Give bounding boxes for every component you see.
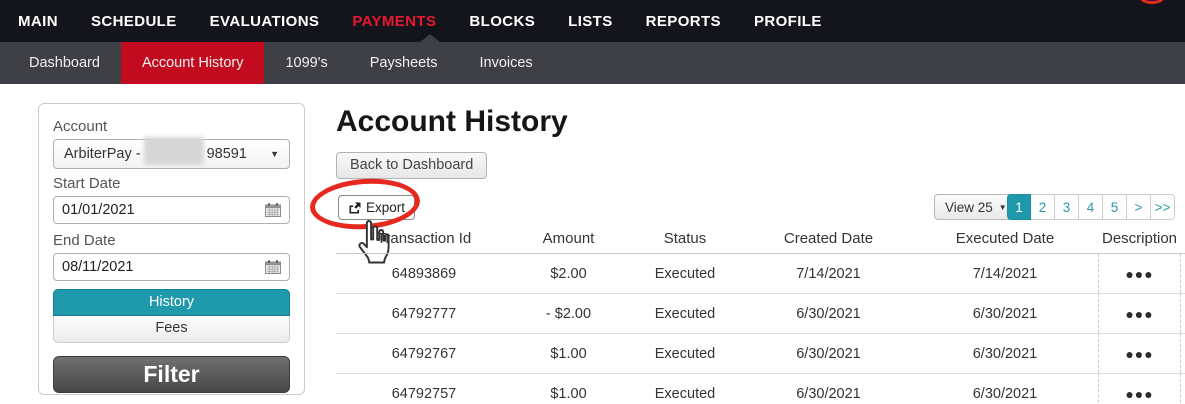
row-actions-icon[interactable]: ●●● <box>1125 346 1153 362</box>
filter-panel: Account ArbiterPay - 98591 ▼ Start Date … <box>38 103 305 395</box>
col-header-amount: Amount <box>542 230 595 247</box>
cell-description: ●●● <box>1098 374 1181 404</box>
row-actions-icon[interactable]: ●●● <box>1125 386 1153 402</box>
history-toggle-button[interactable]: History <box>53 289 290 316</box>
redaction-blur <box>143 137 204 165</box>
cell-amount: - $2.00 <box>545 305 592 322</box>
cell-amount: $1.00 <box>550 345 587 362</box>
back-to-dashboard-button[interactable]: Back to Dashboard <box>336 152 488 179</box>
cell-transaction-id: 64792767 <box>391 345 457 362</box>
cell-executed-date: 6/30/2021 <box>972 385 1038 402</box>
nav-item-reports[interactable]: REPORTS <box>646 13 721 30</box>
fees-toggle-button[interactable]: Fees <box>53 316 290 343</box>
payments-subnav: Dashboard Account History 1099's Payshee… <box>0 42 1185 84</box>
cell-status: Executed <box>654 305 716 322</box>
account-select[interactable]: ArbiterPay - 98591 ▼ <box>53 137 290 169</box>
account-select-prefix: ArbiterPay - <box>64 146 141 162</box>
table-row: 64792777 - $2.00 Executed 6/30/2021 6/30… <box>336 294 1185 334</box>
start-date-input[interactable]: 01/01/2021 <box>53 196 290 224</box>
row-actions-icon[interactable]: ●●● <box>1125 306 1153 322</box>
end-date-value: 08/11/2021 <box>62 259 134 275</box>
filter-button[interactable]: Filter <box>53 356 290 393</box>
end-date-input[interactable]: 08/11/2021 <box>53 253 290 281</box>
cell-created-date: 6/30/2021 <box>796 345 861 362</box>
cell-executed-date: 7/14/2021 <box>972 265 1038 282</box>
table-row: 64792757 $1.00 Executed 6/30/2021 6/30/2… <box>336 374 1185 404</box>
subnav-item-account-history[interactable]: Account History <box>120 42 265 84</box>
subnav-item-1099s[interactable]: 1099's <box>264 42 348 84</box>
nav-item-schedule[interactable]: SCHEDULE <box>91 13 177 30</box>
subnav-item-dashboard[interactable]: Dashboard <box>8 42 121 84</box>
export-icon <box>348 202 361 214</box>
view-page-size-selector[interactable]: View 25 ▼ <box>934 194 1018 220</box>
cell-description: ●●● <box>1098 294 1181 333</box>
cell-created-date: 7/14/2021 <box>796 265 861 282</box>
cell-transaction-id: 64792777 <box>391 305 457 322</box>
nav-item-main[interactable]: MAIN <box>18 13 58 30</box>
cell-transaction-id: 64792757 <box>391 385 457 402</box>
export-button-label: Export <box>366 200 406 215</box>
nav-item-profile[interactable]: PROFILE <box>754 13 822 30</box>
page-button-2[interactable]: 2 <box>1031 194 1055 220</box>
last-page-button[interactable]: >> <box>1151 194 1175 220</box>
cell-transaction-id: 64893869 <box>391 265 457 282</box>
end-date-label: End Date <box>53 232 116 249</box>
view-selector-label: View 25 <box>945 199 993 215</box>
start-date-value: 01/01/2021 <box>62 202 135 218</box>
subnav-item-invoices[interactable]: Invoices <box>458 42 553 84</box>
nav-item-payments[interactable]: PAYMENTS <box>352 13 436 30</box>
table-header-row: Transaction Id Amount Status Created Dat… <box>336 230 1185 254</box>
table-row: 64792767 $1.00 Executed 6/30/2021 6/30/2… <box>336 334 1185 374</box>
cell-description: ●●● <box>1098 254 1181 293</box>
col-header-executed-date: Executed Date <box>955 230 1055 247</box>
account-select-suffix: 98591 <box>206 146 247 162</box>
cell-status: Executed <box>654 265 716 282</box>
cell-description: ●●● <box>1098 334 1181 373</box>
chevron-down-icon: ▼ <box>998 202 1007 212</box>
cell-amount: $2.00 <box>550 265 587 282</box>
cell-created-date: 6/30/2021 <box>796 385 861 402</box>
chevron-down-icon: ▼ <box>270 149 279 159</box>
main-navbar: MAIN SCHEDULE EVALUATIONS PAYMENTS BLOCK… <box>0 0 1185 42</box>
col-header-transaction-id: Transaction Id <box>376 230 472 247</box>
cell-executed-date: 6/30/2021 <box>972 345 1038 362</box>
subnav-item-paysheets[interactable]: Paysheets <box>349 42 459 84</box>
row-actions-icon[interactable]: ●●● <box>1125 266 1153 282</box>
nav-item-blocks[interactable]: BLOCKS <box>469 13 535 30</box>
table-row: 64893869 $2.00 Executed 7/14/2021 7/14/2… <box>336 254 1185 294</box>
account-label: Account <box>53 118 108 135</box>
pagination: 1 2 3 4 5 > >> <box>1007 194 1175 220</box>
calendar-icon[interactable] <box>265 260 281 274</box>
calendar-icon[interactable] <box>265 203 281 217</box>
cell-created-date: 6/30/2021 <box>796 305 861 322</box>
export-button[interactable]: Export <box>338 195 416 220</box>
cell-executed-date: 6/30/2021 <box>972 305 1038 322</box>
page-button-1[interactable]: 1 <box>1007 194 1031 220</box>
cell-amount: $1.00 <box>550 385 587 402</box>
col-header-description: Description <box>1101 230 1178 247</box>
col-header-status: Status <box>663 230 707 247</box>
start-date-label: Start Date <box>53 175 121 192</box>
page-button-4[interactable]: 4 <box>1079 194 1103 220</box>
page-button-3[interactable]: 3 <box>1055 194 1079 220</box>
page-button-5[interactable]: 5 <box>1103 194 1127 220</box>
subnav-pointer-notch <box>419 34 441 43</box>
col-header-created-date: Created Date <box>783 230 874 247</box>
nav-item-evaluations[interactable]: EVALUATIONS <box>210 13 320 30</box>
page-title: Account History <box>336 105 568 138</box>
transactions-table: Transaction Id Amount Status Created Dat… <box>336 230 1185 404</box>
next-page-button[interactable]: > <box>1127 194 1151 220</box>
cell-status: Executed <box>654 385 716 402</box>
cell-status: Executed <box>654 345 716 362</box>
nav-item-lists[interactable]: LISTS <box>568 13 613 30</box>
app-window: MAIN SCHEDULE EVALUATIONS PAYMENTS BLOCK… <box>0 0 1185 404</box>
